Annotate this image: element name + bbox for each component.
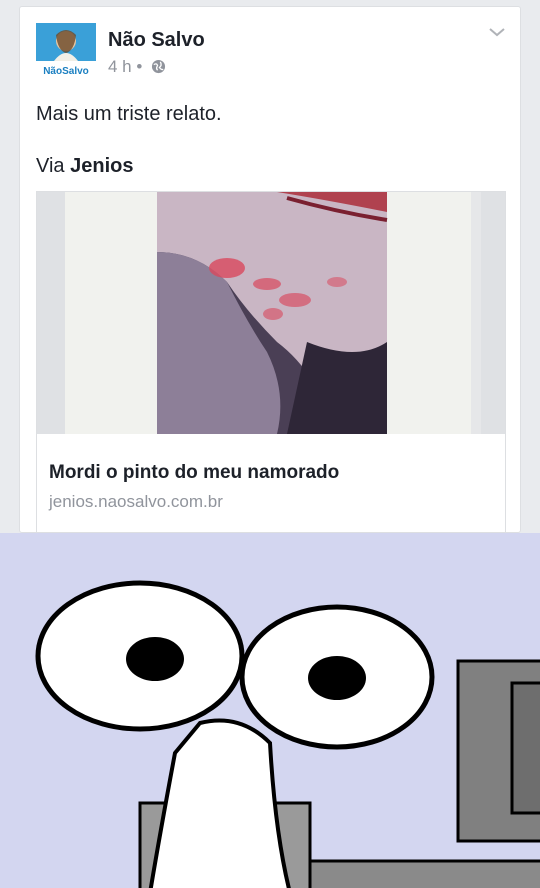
post-message: Mais um triste relato. [36,103,222,125]
post-meta: 4 h • [108,57,166,79]
page-avatar[interactable]: NãoSalvo [36,23,96,83]
facebook-post: NãoSalvo Não Salvo 4 h • Mais um triste … [19,6,521,533]
page-name[interactable]: Não Salvo [108,29,205,52]
meta-separator: • [136,57,143,76]
via-line: Via Jenios [36,155,133,178]
svg-text:NãoSalvo: NãoSalvo [43,66,89,77]
reaction-meme-image [0,533,540,888]
link-domain: jenios.naosalvo.com.br [49,492,223,511]
link-title[interactable]: Mordi o pinto do meu namorado [49,462,339,484]
via-prefix: Via [36,155,71,177]
link-preview-card[interactable]: Mordi o pinto do meu namorado jenios.nao… [36,191,506,533]
chevron-down-icon[interactable] [488,25,506,43]
post-time[interactable]: 4 h [108,57,132,76]
via-link[interactable]: Jenios [70,155,133,177]
globe-icon [151,59,166,79]
avatar-logo: NãoSalvo [36,23,96,83]
link-preview-image[interactable] [37,192,505,434]
